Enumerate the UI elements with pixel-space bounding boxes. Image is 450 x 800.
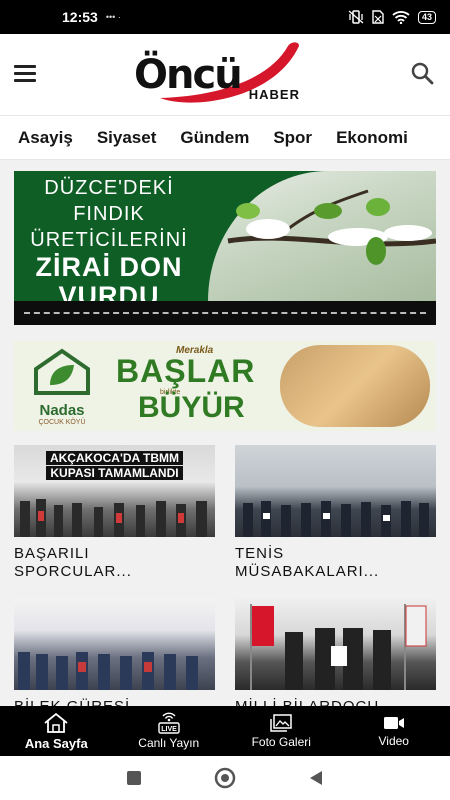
menu-button[interactable] (14, 65, 36, 82)
recent-apps-icon[interactable] (126, 770, 142, 786)
live-icon: LIVE (158, 712, 180, 734)
nadas-logo: Nadas ÇOCUK KÖYÜ (22, 347, 102, 426)
video-icon (383, 717, 404, 729)
app-header: Öncü HABER (0, 34, 450, 116)
back-icon[interactable] (308, 770, 324, 786)
hamburger-icon (14, 65, 36, 68)
sim-off-icon (372, 10, 384, 24)
system-nav-bar (0, 756, 450, 800)
banner-headline: DÜZCE'DEKİ FINDIK ÜRETİCİLERİNİ ZİRAİ DO… (30, 177, 188, 311)
home-icon (44, 712, 68, 733)
house-leaf-icon (34, 348, 90, 395)
logo-subtext: HABER (248, 87, 300, 102)
news-card[interactable]: BİLEK GÜREŞİ (14, 598, 215, 706)
wifi-icon (392, 11, 410, 24)
main-content: DÜZCE'DEKİ FINDIK ÜRETİCİLERİNİ ZİRAİ DO… (0, 160, 450, 706)
news-card[interactable]: AKÇAKOCA'DA TBMM KUPASI TAMAMLANDI BAŞAR… (14, 445, 215, 581)
banner-bottom-strip (14, 301, 436, 325)
vibrate-icon (348, 10, 364, 24)
bottom-nav: Ana Sayfa LIVE Canlı Yayın Foto Galeri V… (0, 706, 450, 756)
battery-indicator: 43 (417, 10, 436, 24)
nav-tab-home[interactable]: Ana Sayfa (0, 706, 113, 756)
news-title: TENİS MÜSABAKALARI... (235, 545, 380, 580)
news-title: MİLLİ BİLARDOCU (235, 698, 436, 706)
search-icon (411, 62, 434, 85)
category-tab-siyaset[interactable]: Siyaset (97, 128, 157, 148)
status-bar: 12:53 ••• · 43 (0, 0, 450, 34)
gallery-icon (270, 714, 292, 732)
search-button[interactable] (410, 61, 434, 90)
children-reading-photo (280, 345, 430, 427)
news-card[interactable]: TENİS MÜSABAKALARI... (235, 445, 436, 581)
snowy-branch-image (227, 189, 436, 265)
status-right-icons: 43 (348, 10, 436, 24)
category-tab-spor[interactable]: Spor (273, 128, 312, 148)
logo-text: Öncü (134, 52, 243, 98)
category-tab-ekonomi[interactable]: Ekonomi (336, 128, 408, 148)
ad-banner-frost[interactable]: DÜZCE'DEKİ FINDIK ÜRETİCİLERİNİ ZİRAİ DO… (14, 171, 436, 325)
nav-tab-video[interactable]: Video (338, 706, 450, 756)
category-tab-asayis[interactable]: Asayiş (18, 128, 73, 148)
news-image (235, 598, 436, 690)
home-circle-icon[interactable] (214, 767, 236, 789)
news-title: BAŞARILI SPORCULAR... (14, 545, 132, 580)
news-image (235, 445, 436, 537)
nav-tab-gallery[interactable]: Foto Galeri (225, 706, 338, 756)
news-image: AKÇAKOCA'DA TBMM KUPASI TAMAMLANDI (14, 445, 215, 537)
svg-text:LIVE: LIVE (161, 726, 177, 733)
nav-tab-live[interactable]: LIVE Canlı Yayın (113, 706, 226, 756)
news-image (14, 598, 215, 690)
news-title: BİLEK GÜREŞİ (14, 698, 215, 706)
status-time: 12:53 (62, 9, 98, 25)
category-tab-gundem[interactable]: Gündem (180, 128, 249, 148)
news-card[interactable]: MİLLİ BİLARDOCU (235, 598, 436, 706)
ad-banner-nadas[interactable]: Nadas ÇOCUK KÖYÜ Merakla BAŞLAR birlikte… (14, 341, 436, 431)
banner-photo (208, 171, 436, 301)
news-image-caption: AKÇAKOCA'DA TBMM KUPASI TAMAMLANDI (14, 451, 215, 481)
site-logo[interactable]: Öncü HABER (132, 40, 304, 110)
category-nav: Asayiş Siyaset Gündem Spor Ekonomi (0, 116, 450, 160)
notification-icons: ••• · (105, 12, 121, 22)
